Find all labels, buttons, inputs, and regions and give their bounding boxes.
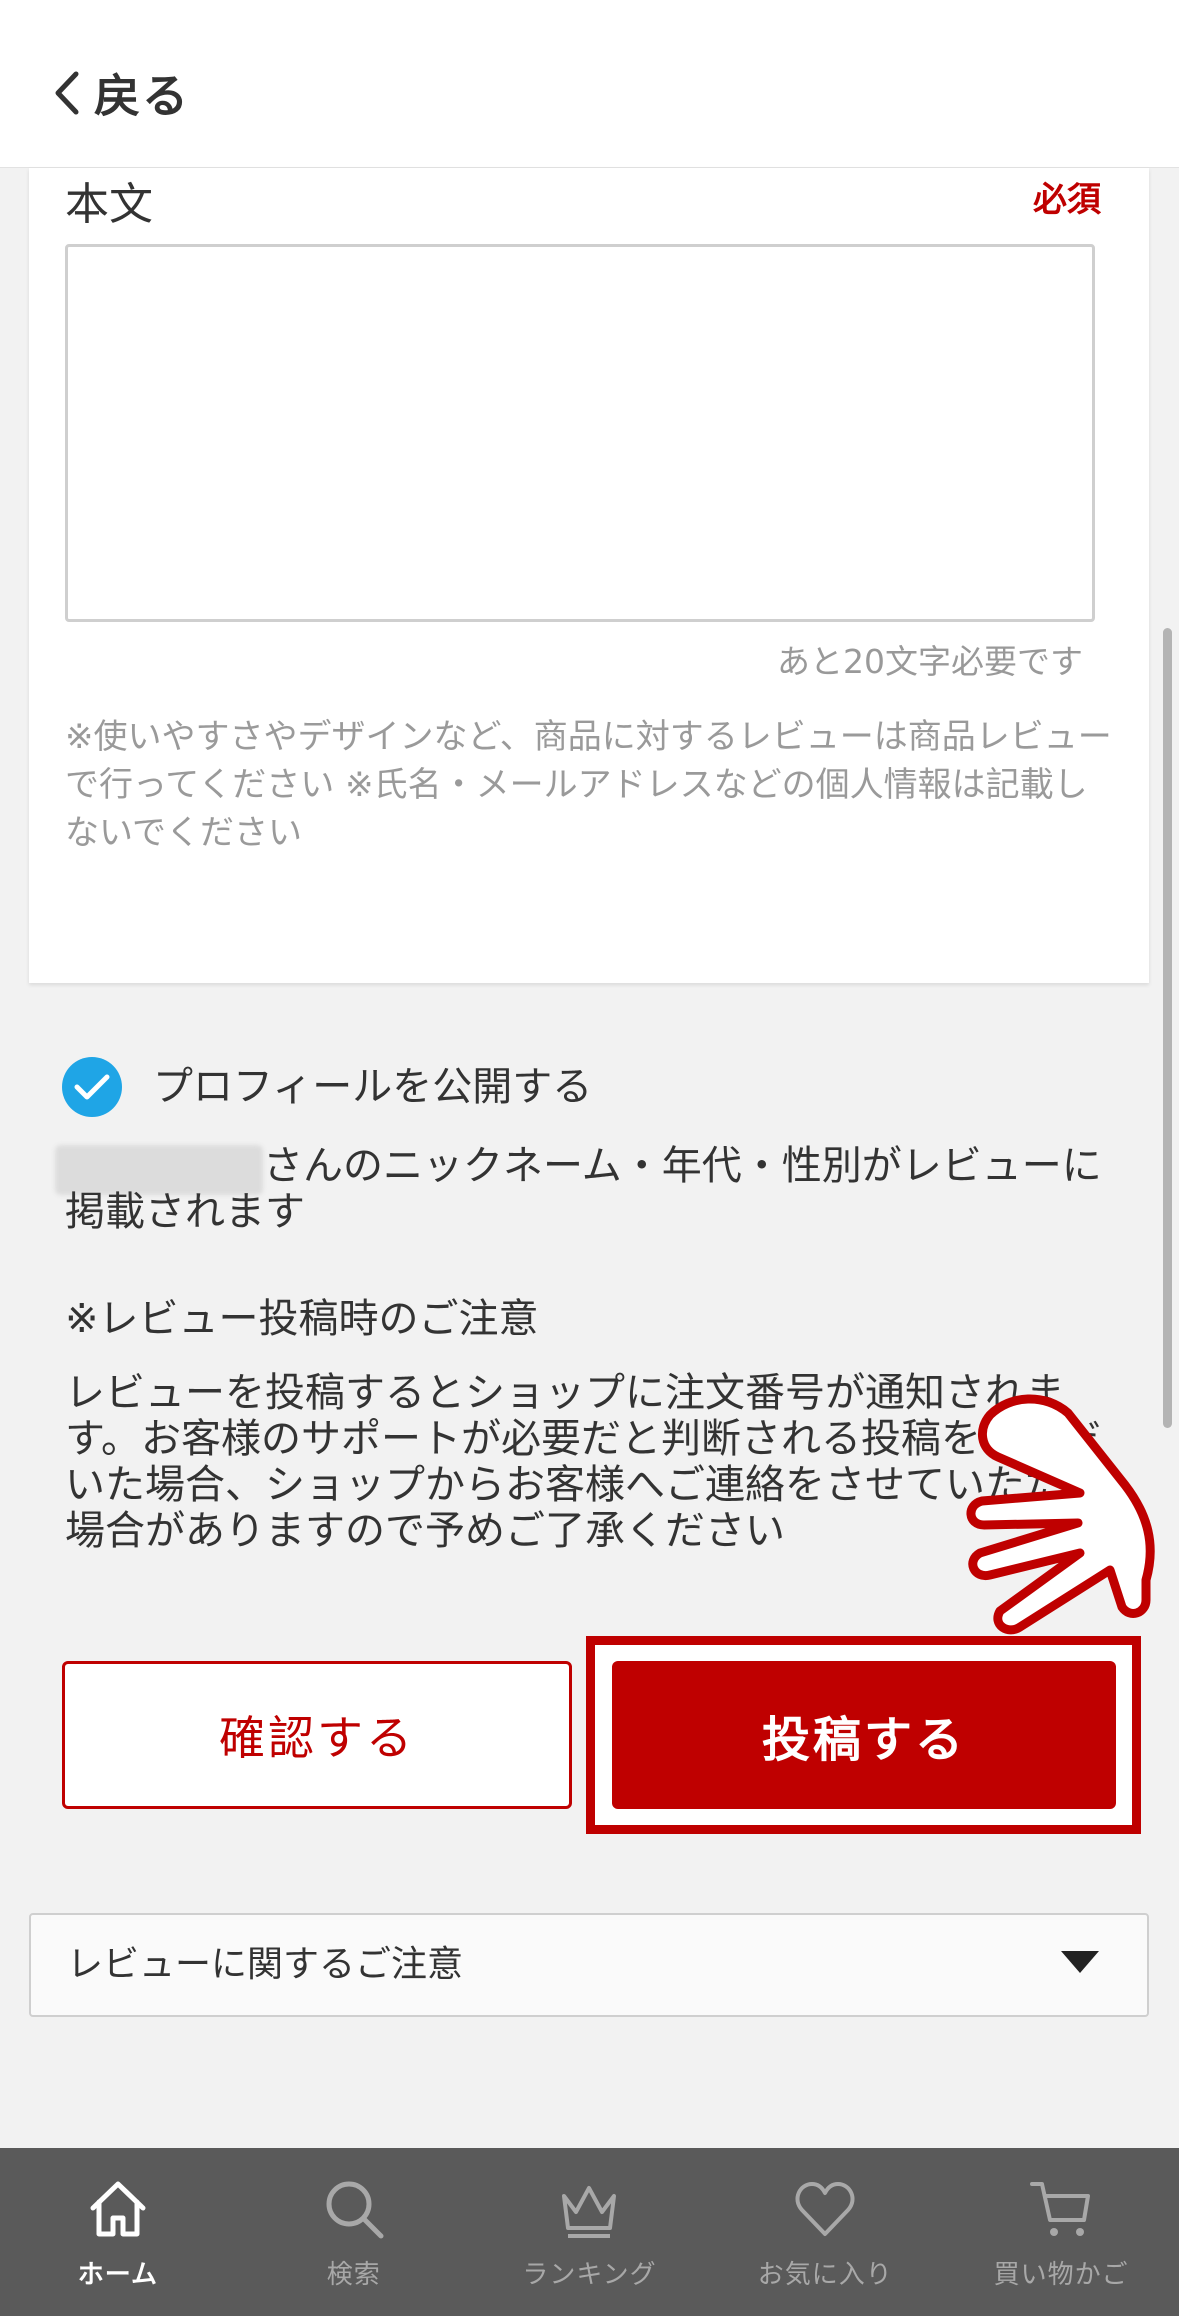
crown-icon [562, 2186, 617, 2238]
nav-favorites-label: お気に入り [757, 2260, 893, 2290]
post-button[interactable]: 投稿する [612, 1661, 1116, 1809]
char-counter: あと20文字必要です [777, 642, 1083, 681]
nav-cart[interactable]: 買い物かご [943, 2148, 1179, 2316]
nav-home[interactable]: ホーム [0, 2148, 236, 2316]
cart-icon [1030, 2182, 1091, 2236]
required-badge: 必須 [1033, 180, 1101, 220]
heart-icon [795, 2182, 855, 2236]
home-icon [90, 2181, 146, 2237]
pointing-hand-icon [966, 1394, 1155, 1635]
nav-cart-label: 買い物かご [993, 2260, 1129, 2290]
nav-search-label: 検索 [326, 2260, 381, 2290]
body-field-label: 本文 [65, 179, 153, 230]
caution-title: ※レビュー投稿時のご注意 [65, 1296, 539, 1342]
review-notice-accordion[interactable]: レビューに関するご注意 [29, 1913, 1149, 2017]
profile-public-label[interactable]: プロフィールを公開する [153, 1057, 592, 1117]
nickname-notice: さんのニックネーム・年代・性別がレビューに掲載されます [65, 1143, 1102, 1235]
nav-search[interactable]: 検索 [236, 2148, 472, 2316]
checkmark-icon [74, 1074, 110, 1100]
nav-favorites[interactable]: お気に入り [707, 2148, 943, 2316]
review-body-card: 本文 必須 あと20文字必要です ※使いやすさやデザインなど、商品に対するレビュ… [29, 168, 1149, 983]
accordion-label: レビューに関するご注意 [67, 1944, 464, 1985]
confirm-button[interactable]: 確認する [62, 1661, 572, 1809]
header-bar: 戻る [0, 0, 1179, 168]
profile-public-checkbox[interactable] [62, 1057, 122, 1117]
back-label: 戻る [94, 69, 190, 123]
search-icon [326, 2181, 384, 2239]
body-note: ※使いやすさやデザインなど、商品に対するレビューは商品レビューで行ってください … [65, 717, 1112, 853]
bottom-nav: ホーム 検索 ランキング お気に入り 買い物かご [0, 2148, 1179, 2316]
nav-ranking[interactable]: ランキング [472, 2148, 708, 2316]
body-textarea[interactable] [65, 244, 1095, 622]
back-button[interactable]: 戻る [50, 58, 190, 128]
nav-home-label: ホーム [77, 2260, 159, 2290]
caret-down-icon [1061, 1951, 1099, 1973]
scrollbar[interactable] [1163, 628, 1172, 1428]
nav-ranking-label: ランキング [522, 2260, 657, 2290]
chevron-left-icon [55, 71, 79, 115]
